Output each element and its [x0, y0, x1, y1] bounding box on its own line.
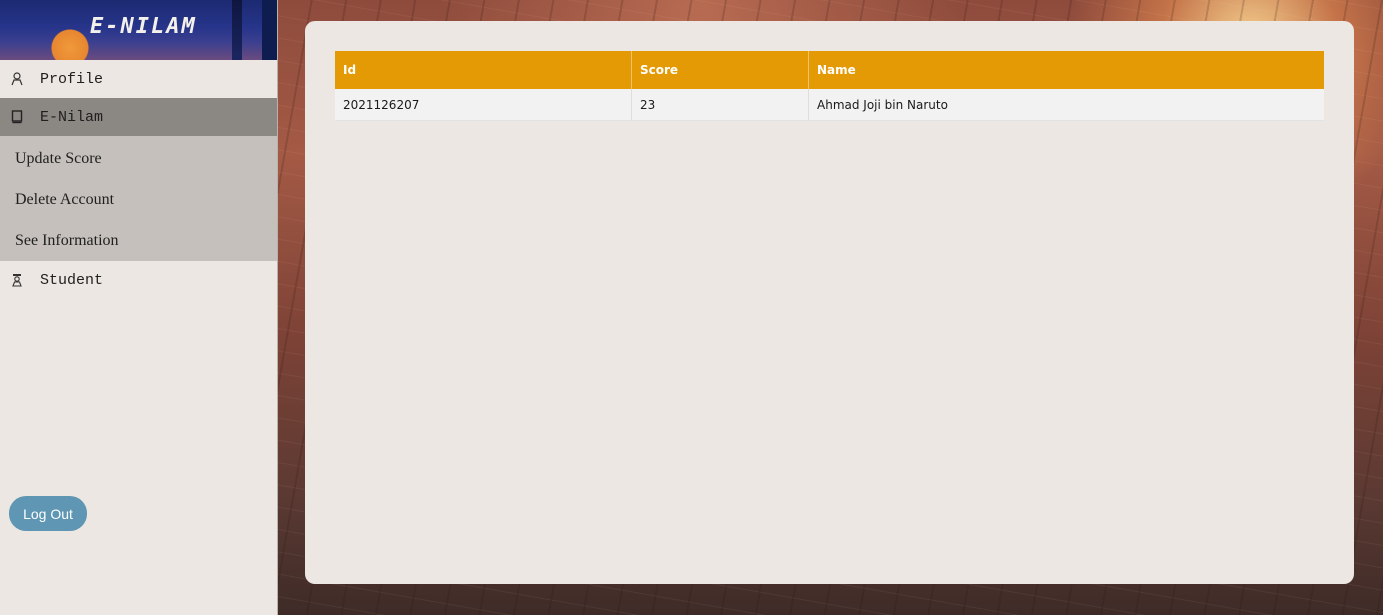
sidebar: E-NILAM Profile E-Nilam Update Score Del…: [0, 0, 278, 615]
submenu-delete-account[interactable]: Delete Account: [0, 179, 277, 220]
sidebar-item-label: Profile: [40, 70, 104, 88]
submenu-update-score[interactable]: Update Score: [0, 138, 277, 179]
table-row: 2021126207 23 Ahmad Joji bin Naruto: [335, 89, 1324, 121]
sidebar-item-label: Student: [40, 271, 104, 289]
brand-banner: E-NILAM: [0, 0, 277, 60]
sidebar-item-label: E-Nilam: [40, 108, 104, 126]
column-header-name: Name: [808, 51, 1324, 89]
banner-decoration: [262, 0, 277, 60]
sidebar-item-student[interactable]: Student: [0, 261, 277, 299]
book-icon: [10, 109, 24, 125]
e-nilam-submenu: Update Score Delete Account See Informat…: [0, 136, 277, 261]
logout-button[interactable]: Log Out: [9, 496, 87, 531]
content-panel: Id Score Name 2021126207 23 Ahmad Joji b…: [305, 21, 1354, 584]
brand-title: E-NILAM: [90, 14, 197, 39]
column-header-id: Id: [335, 51, 632, 89]
banner-decoration: [232, 0, 242, 60]
column-header-score: Score: [631, 51, 809, 89]
sidebar-item-profile[interactable]: Profile: [0, 60, 277, 98]
table-header-row: Id Score Name: [335, 51, 1324, 89]
sidebar-item-e-nilam[interactable]: E-Nilam: [0, 98, 277, 136]
cell-score: 23: [631, 89, 809, 121]
score-table: Id Score Name 2021126207 23 Ahmad Joji b…: [335, 51, 1324, 121]
submenu-see-information[interactable]: See Information: [0, 220, 277, 261]
user-icon: [10, 71, 24, 87]
student-icon: [10, 272, 24, 288]
cell-id: 2021126207: [335, 89, 632, 121]
cell-name: Ahmad Joji bin Naruto: [808, 89, 1324, 121]
